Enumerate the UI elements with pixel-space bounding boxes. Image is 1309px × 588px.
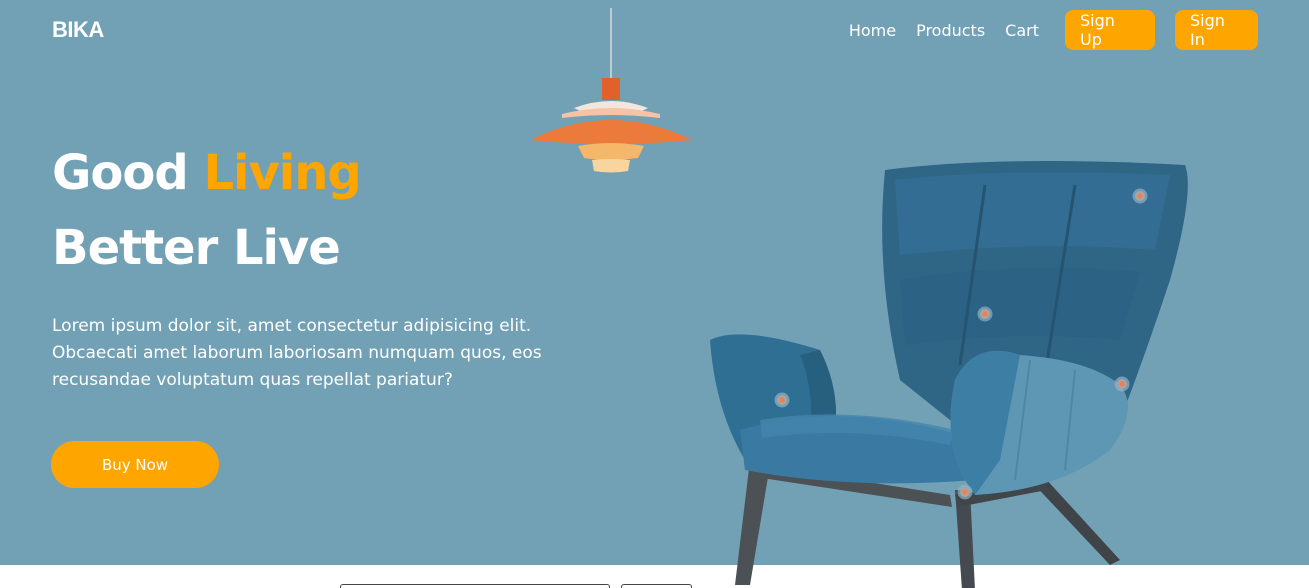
search-input[interactable] xyxy=(340,584,610,588)
sign-up-button[interactable]: Sign Up xyxy=(1065,10,1155,50)
nav-link-cart[interactable]: Cart xyxy=(1005,21,1039,40)
search-button[interactable] xyxy=(621,584,692,588)
armchair-icon xyxy=(710,161,1188,588)
nav-link-home[interactable]: Home xyxy=(849,21,896,40)
headline-accent-word: Living xyxy=(203,145,361,201)
hero-description: Lorem ipsum dolor sit, amet consectetur … xyxy=(52,316,542,390)
nav-link-products[interactable]: Products xyxy=(916,21,985,40)
brand-logo[interactable]: BIKA xyxy=(52,17,104,43)
pendant-lamp-icon xyxy=(530,8,692,173)
hero-section: BIKA Home Products Cart Sign Up Sign In … xyxy=(0,0,1309,588)
sign-in-button[interactable]: Sign In xyxy=(1175,10,1258,50)
hero-headline-line2: Better Live xyxy=(52,220,341,276)
headline-word: Good xyxy=(52,145,189,201)
buy-now-button[interactable]: Buy Now xyxy=(51,441,219,488)
hero-headline-line1: Good Living xyxy=(52,145,362,201)
main-nav: Home Products Cart Sign Up Sign In xyxy=(849,10,1258,50)
